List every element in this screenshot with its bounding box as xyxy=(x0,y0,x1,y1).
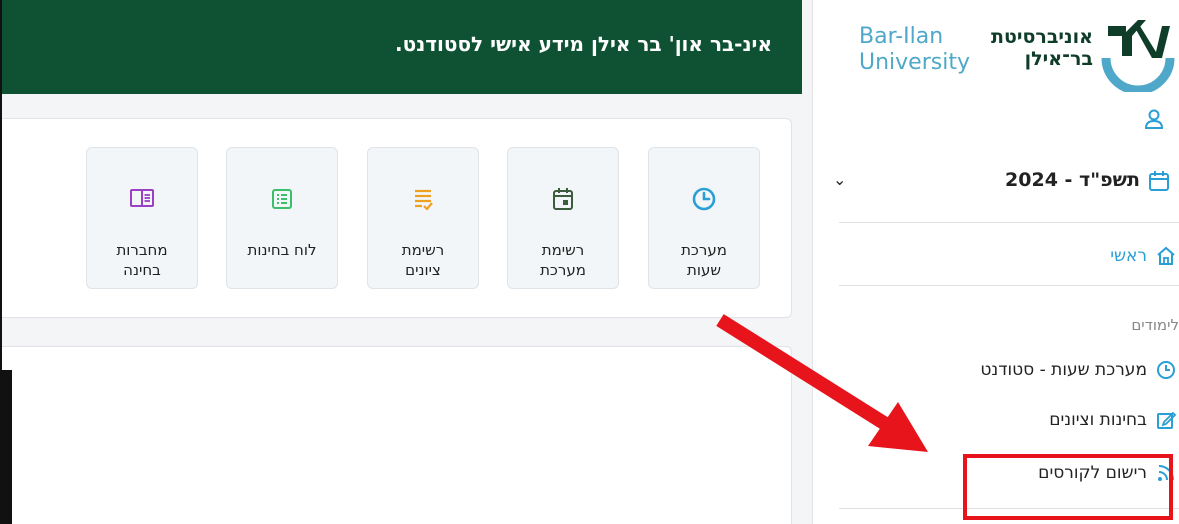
highlight-box xyxy=(963,454,1173,520)
chevron-down-icon: ⌄ xyxy=(833,170,847,189)
bar-ilan-logo-icon xyxy=(1098,12,1178,96)
calendar-icon xyxy=(508,186,618,212)
notebook-icon xyxy=(87,186,197,210)
main-content: אינ-בר און' בר אילן מידע אישי לסטודנט. מ… xyxy=(0,0,812,524)
calendar-icon xyxy=(1148,170,1170,196)
tile-label: רשימת מערכת xyxy=(540,241,586,279)
tile-grades-list[interactable]: רשימת ציונים xyxy=(367,147,479,289)
tile-label: רשימת ציונים xyxy=(401,241,445,279)
grid-list-icon xyxy=(227,186,337,212)
content-card xyxy=(2,346,792,524)
logo-hebrew: אוניברסיטת בר־אילן xyxy=(963,26,1093,70)
nav-schedule-label: מערכת שעות - סטודנט xyxy=(980,360,1147,380)
edge-shadow xyxy=(2,370,12,524)
tile-label: לוח בחינות xyxy=(247,241,317,259)
tile-exam-notebooks[interactable]: מחברות בחינה xyxy=(86,147,198,289)
logo-english-line1: Bar-Ilan xyxy=(859,24,944,49)
year-label: תשפ"ד - 2024 xyxy=(1005,169,1140,191)
welcome-banner: אינ-בר און' בר אילן מידע אישי לסטודנט. xyxy=(2,0,802,94)
logo-english-line2: University xyxy=(859,50,970,75)
home-icon xyxy=(1153,246,1179,266)
tile-schedule[interactable]: מערכת שעות xyxy=(648,147,760,289)
divider xyxy=(839,285,1179,286)
banner-text: אינ-בר און' בר אילן מידע אישי לסטודנט. xyxy=(395,32,772,56)
red-arrow-icon xyxy=(700,300,960,474)
logo-hebrew-line2: בר־אילן xyxy=(1024,48,1093,70)
nav-exams-label: בחינות וציונים xyxy=(1049,410,1147,430)
clock-icon xyxy=(649,186,759,212)
nav-home-label: ראשי xyxy=(1110,246,1147,266)
year-selector[interactable]: ⌄ תשפ"ד - 2024 xyxy=(829,160,1179,204)
list-check-icon xyxy=(368,186,478,212)
user-icon[interactable] xyxy=(1143,108,1165,134)
tile-exam-board[interactable]: לוח בחינות xyxy=(226,147,338,289)
edit-icon xyxy=(1153,410,1179,430)
tile-label: מערכת שעות xyxy=(681,241,727,279)
nav-exams-grades[interactable]: בחינות וציונים xyxy=(1049,405,1179,435)
logo-english: Bar-Ilan University xyxy=(859,24,970,76)
section-title-studies: לימודים xyxy=(1131,316,1179,334)
divider xyxy=(839,222,1179,223)
logo-hebrew-line1: אוניברסיטת xyxy=(991,26,1093,48)
tile-label: מחברות בחינה xyxy=(116,241,168,279)
clock-icon xyxy=(1153,360,1179,380)
tile-schedule-list[interactable]: רשימת מערכת xyxy=(507,147,619,289)
nav-home[interactable]: ראשי xyxy=(1110,241,1179,271)
nav-schedule-student[interactable]: מערכת שעות - סטודנט xyxy=(980,355,1179,385)
quick-links-card: מערכת שעות רשימת מערכת רשימת ציונים לוח … xyxy=(2,118,792,318)
